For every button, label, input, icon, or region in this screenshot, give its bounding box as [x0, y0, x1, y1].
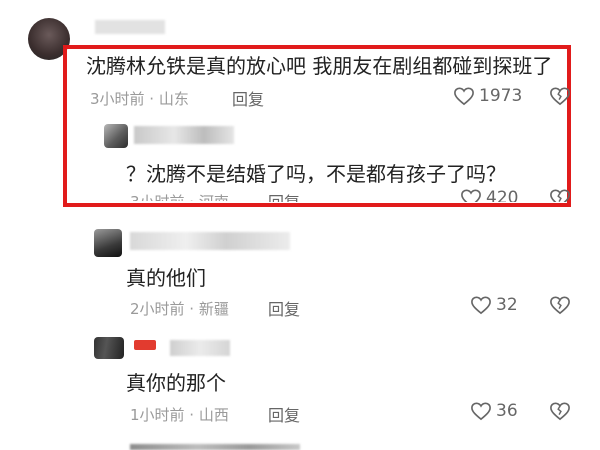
broken-heart-icon	[550, 87, 570, 106]
heart-icon	[461, 189, 481, 202]
like-button[interactable]: 1973	[453, 86, 522, 106]
comment-text: 真你的那个	[126, 371, 226, 395]
partial-next-comment	[130, 444, 300, 450]
like-button[interactable]: 420	[460, 188, 518, 202]
comment-text: 真的他们	[126, 266, 206, 290]
reply-button[interactable]: 回复	[232, 86, 264, 110]
heart-icon	[471, 296, 491, 315]
avatar-badge	[134, 340, 156, 350]
reply-button[interactable]: 回复	[268, 296, 300, 320]
username-blurred[interactable]	[130, 232, 290, 250]
reply-button[interactable]: 回复	[268, 402, 300, 426]
reply-button[interactable]: 回复	[268, 189, 300, 202]
dislike-button[interactable]	[549, 295, 571, 315]
like-count: 1973	[479, 86, 523, 106]
comment-meta: 1小时前 · 山西	[130, 406, 229, 424]
comment-meta: 3小时前 · 山东	[90, 90, 189, 108]
username-blurred[interactable]	[170, 340, 230, 356]
comment-text: 沈腾林允铁是真的放心吧 我朋友在剧组都碰到探班了	[86, 54, 553, 78]
broken-heart-icon	[550, 402, 570, 421]
heart-icon	[471, 402, 491, 421]
dislike-button[interactable]	[549, 86, 571, 106]
dislike-button[interactable]	[549, 188, 571, 202]
comment-meta: 2小时前 · 新疆	[130, 300, 229, 318]
like-button[interactable]: 36	[470, 401, 518, 421]
avatar[interactable]	[94, 337, 124, 359]
username-blurred[interactable]	[134, 126, 234, 144]
like-button[interactable]: 32	[470, 295, 518, 315]
dislike-button[interactable]	[549, 401, 571, 421]
avatar[interactable]	[104, 124, 128, 148]
like-count: 420	[486, 188, 519, 202]
avatar[interactable]	[94, 229, 122, 257]
broken-heart-icon	[550, 189, 570, 202]
comment-text: ？沈腾不是结婚了吗，不是都有孩子了吗？	[126, 162, 506, 186]
heart-icon	[454, 87, 474, 106]
username-blurred[interactable]	[95, 20, 165, 34]
broken-heart-icon	[550, 296, 570, 315]
comment-meta: 3小时前 · 河南	[130, 191, 229, 201]
like-count: 36	[496, 401, 518, 421]
like-count: 32	[496, 295, 518, 315]
